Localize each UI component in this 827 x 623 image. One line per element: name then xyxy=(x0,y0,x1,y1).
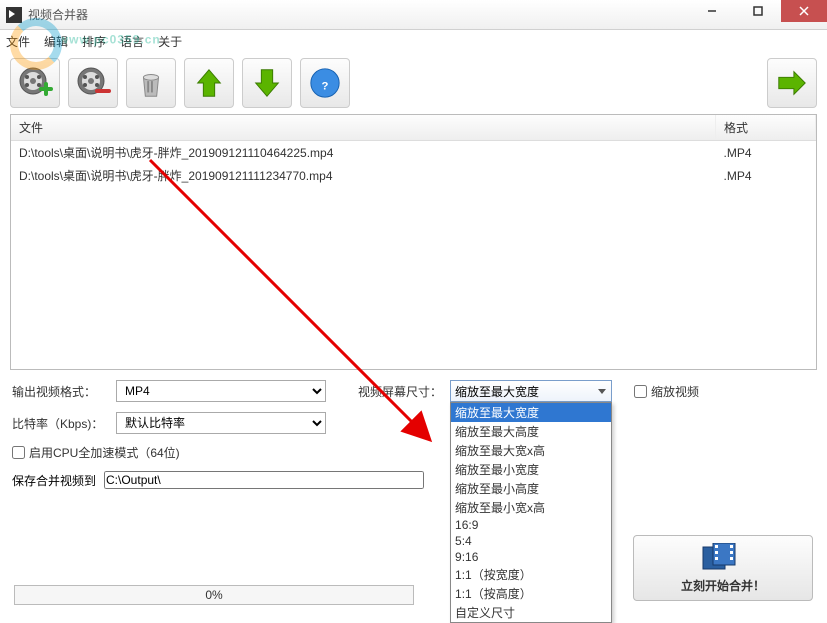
cpu-accel-checkbox[interactable] xyxy=(12,446,25,459)
add-video-button[interactable] xyxy=(10,58,60,108)
menu-sort[interactable]: 排序 xyxy=(82,33,106,50)
bitrate-label: 比特率（Kbps)： xyxy=(12,415,108,432)
cell-file: D:\tools\桌面\说明书\虎牙-胖炸_201909121110464225… xyxy=(11,141,716,165)
screen-option[interactable]: 缩放至最小宽度 xyxy=(451,460,611,479)
screen-option[interactable]: 5:4 xyxy=(451,533,611,549)
file-list[interactable]: 文件 格式 D:\tools\桌面\说明书\虎牙-胖炸_201909121110… xyxy=(10,114,817,370)
cell-format: .MP4 xyxy=(716,141,816,165)
output-path-input[interactable] xyxy=(104,471,424,489)
film-icon xyxy=(701,543,745,575)
move-down-button[interactable] xyxy=(242,58,292,108)
menu-edit[interactable]: 编辑 xyxy=(44,33,68,50)
screen-option[interactable]: 缩放至最大高度 xyxy=(451,422,611,441)
cell-format: .MP4 xyxy=(716,164,816,187)
close-button[interactable] xyxy=(781,0,827,22)
screen-option[interactable]: 1:1（按宽度） xyxy=(451,565,611,584)
window-controls xyxy=(689,0,827,22)
scale-video-label: 缩放视频 xyxy=(651,383,699,400)
table-row[interactable]: D:\tools\桌面\说明书\虎牙-胖炸_201909121111234770… xyxy=(11,164,816,187)
settings-panel: 输出视频格式： MP4 视频屏幕尺寸： 缩放至最大宽度 缩放至最大宽度缩放至最大… xyxy=(0,370,827,489)
screen-option[interactable]: 缩放至最小高度 xyxy=(451,479,611,498)
progress-percent: 0% xyxy=(205,588,222,602)
screen-option[interactable]: 16:9 xyxy=(451,517,611,533)
toolbar: ? xyxy=(0,52,827,114)
maximize-button[interactable] xyxy=(735,0,781,22)
minimize-button[interactable] xyxy=(689,0,735,22)
screen-option[interactable]: 9:16 xyxy=(451,549,611,565)
screen-option[interactable]: 缩放至最大宽x高 xyxy=(451,441,611,460)
screen-option[interactable]: 1:1（按高度） xyxy=(451,584,611,603)
output-format-label: 输出视频格式： xyxy=(12,383,108,400)
screen-size-dropdown[interactable]: 缩放至最大宽度缩放至最大高度缩放至最大宽x高缩放至最小宽度缩放至最小高度缩放至最… xyxy=(450,402,612,623)
app-icon xyxy=(6,7,22,23)
bitrate-select[interactable]: 默认比特率 xyxy=(116,412,326,434)
next-button[interactable] xyxy=(767,58,817,108)
col-file[interactable]: 文件 xyxy=(11,115,716,141)
start-button-label: 立刻开始合并！ xyxy=(681,577,765,594)
screen-size-select[interactable]: 缩放至最大宽度 xyxy=(450,380,612,402)
screen-size-value: 缩放至最大宽度 xyxy=(455,383,539,400)
col-format[interactable]: 格式 xyxy=(716,115,816,141)
screen-size-label: 视频屏幕尺寸： xyxy=(358,383,442,400)
table-row[interactable]: D:\tools\桌面\说明书\虎牙-胖炸_201909121110464225… xyxy=(11,141,816,165)
screen-option[interactable]: 缩放至最小宽x高 xyxy=(451,498,611,517)
remove-video-button[interactable] xyxy=(68,58,118,108)
cell-file: D:\tools\桌面\说明书\虎牙-胖炸_201909121111234770… xyxy=(11,164,716,187)
cpu-accel-label: 启用CPU全加速模式（64位) xyxy=(29,444,180,461)
help-button[interactable]: ? xyxy=(300,58,350,108)
menu-about[interactable]: 关于 xyxy=(158,33,182,50)
output-format-select[interactable]: MP4 xyxy=(116,380,326,402)
menu-language[interactable]: 语言 xyxy=(120,33,144,50)
save-to-label: 保存合并视频到 xyxy=(12,472,96,489)
menu-file[interactable]: 文件 xyxy=(6,33,30,50)
menubar: 文件 编辑 排序 语言 关于 xyxy=(0,30,827,52)
clear-list-button[interactable] xyxy=(126,58,176,108)
start-merge-button[interactable]: 立刻开始合并！ xyxy=(633,535,813,601)
screen-option[interactable]: 缩放至最大宽度 xyxy=(451,403,611,422)
move-up-button[interactable] xyxy=(184,58,234,108)
svg-text:?: ? xyxy=(322,81,329,93)
scale-video-checkbox[interactable] xyxy=(634,385,647,398)
titlebar: 视频合并器 xyxy=(0,0,827,30)
window-title: 视频合并器 xyxy=(28,6,88,23)
progress-bar: 0% xyxy=(14,585,414,605)
